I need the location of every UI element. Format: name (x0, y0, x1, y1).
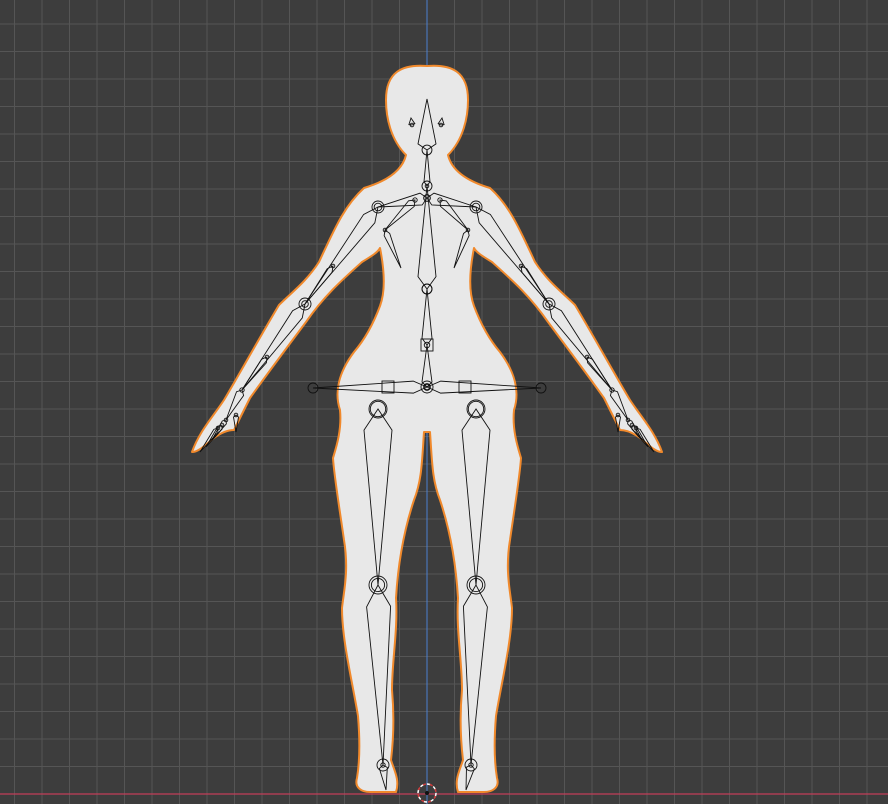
3d-viewport[interactable] (0, 0, 888, 804)
viewport-canvas[interactable] (0, 0, 888, 804)
